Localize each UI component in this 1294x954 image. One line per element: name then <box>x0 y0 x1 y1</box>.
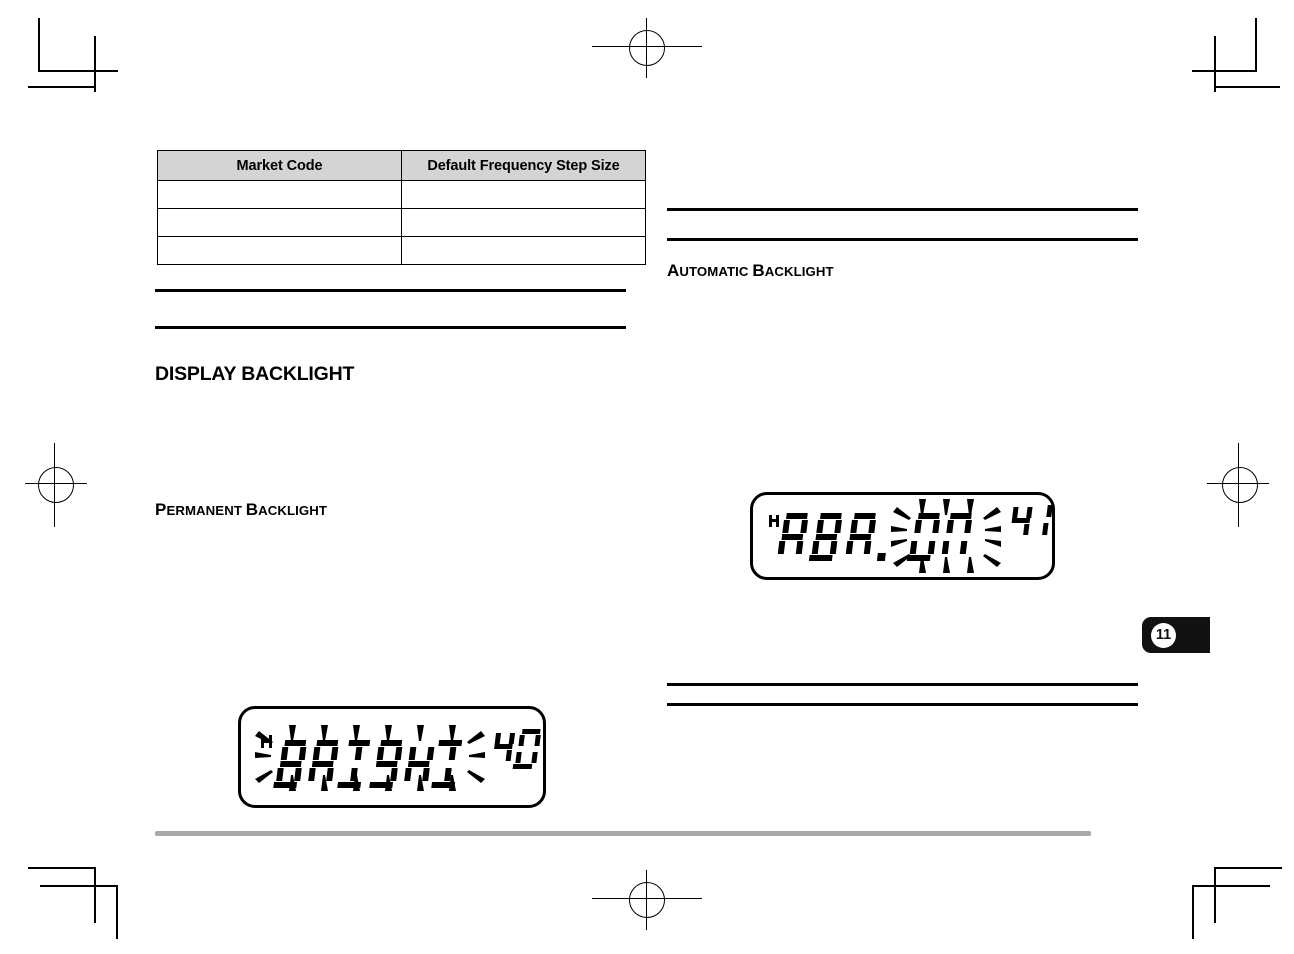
subheading-initial-2: B <box>245 500 259 519</box>
divider-rule-right-bottom-lower <box>667 703 1138 706</box>
subheading-rest: UTOMATIC <box>679 264 749 279</box>
page-title: DISPLAY BACKLIGHT <box>155 363 355 385</box>
crop-mark-bottom-right <box>1192 855 1282 939</box>
lcd-display-bright <box>238 706 546 808</box>
page-number-tab: 11 <box>1142 617 1210 653</box>
manual-page: Market Code Default Frequency Step Size … <box>0 0 1294 954</box>
crop-mark-bottom-left <box>28 855 118 939</box>
table-header-step-size: Default Frequency Step Size <box>401 150 646 181</box>
lcd-flash-rays-top <box>919 499 974 515</box>
registration-mark-left <box>25 443 87 527</box>
crop-mark-top-right <box>1192 18 1282 92</box>
divider-rule-right-lower <box>667 238 1138 241</box>
lcd-channel-number <box>1011 505 1052 535</box>
table-cell-step-size <box>401 236 646 265</box>
registration-mark-top <box>592 18 702 78</box>
registration-mark-bottom <box>592 870 702 930</box>
crop-mark-top-left <box>28 18 118 92</box>
lcd-text-abr <box>777 513 886 561</box>
divider-rule-right-bottom-upper <box>667 683 1138 686</box>
divider-rule-left-upper <box>155 289 626 292</box>
table-row <box>157 236 646 265</box>
lcd-text-on <box>906 513 972 561</box>
page-number-badge: 11 <box>1151 622 1176 648</box>
subheading-rest-2: ACKLIGHT <box>258 503 328 518</box>
lcd-text-bright <box>273 740 463 788</box>
subheading-initial-2: B <box>752 261 765 280</box>
divider-rule-right-upper <box>667 208 1138 211</box>
lcd-indicator-h <box>769 515 779 527</box>
lcd-bright-segments <box>255 725 541 791</box>
lcd-abr-on-segments <box>769 499 1052 573</box>
table-cell-step-size <box>401 180 646 209</box>
footer-rule <box>155 831 1091 836</box>
table-cell-market-code <box>157 208 402 237</box>
table-cell-market-code <box>157 236 402 265</box>
registration-mark-right <box>1207 443 1269 527</box>
subheading-initial: A <box>667 261 680 280</box>
lcd-flash-rays-top <box>289 725 456 741</box>
lcd-flash-rays-right <box>467 731 485 783</box>
subheading-initial: P <box>155 500 167 519</box>
subheading-rest: ERMANENT <box>166 503 242 518</box>
table-row <box>157 180 646 209</box>
table-cell-step-size <box>401 208 646 237</box>
table-header-market-code: Market Code <box>157 150 402 181</box>
frequency-step-table: Market Code Default Frequency Step Size <box>157 150 646 265</box>
table-cell-market-code <box>157 180 402 209</box>
lcd-display-abr-on <box>750 492 1055 580</box>
divider-rule-left-lower <box>155 326 626 329</box>
subheading-rest-2: ACKLIGHT <box>764 264 834 279</box>
table-header-row: Market Code Default Frequency Step Size <box>157 150 646 181</box>
table-row <box>157 208 646 237</box>
subheading-automatic-backlight: AUTOMATIC BACKLIGHT <box>667 261 834 281</box>
lcd-flash-rays-right <box>983 507 1001 567</box>
lcd-channel-number <box>494 729 541 769</box>
subheading-permanent-backlight: PERMANENT BACKLIGHT <box>155 500 327 520</box>
